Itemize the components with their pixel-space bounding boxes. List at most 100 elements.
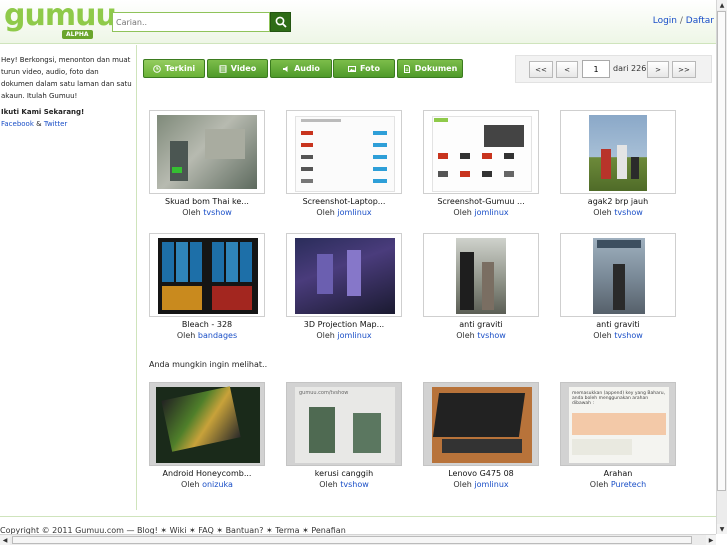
media-card[interactable]: 3D Projection Map... Oleh jomlinux bbox=[286, 233, 402, 340]
tab-label: Terkini bbox=[164, 64, 196, 73]
facebook-link[interactable]: Facebook bbox=[1, 120, 34, 128]
suggested-card[interactable]: Android Honeycomb... Oleh onizuka bbox=[149, 382, 265, 489]
thumbnail[interactable] bbox=[423, 233, 539, 317]
user-link[interactable]: jomlinux bbox=[337, 331, 371, 340]
document-icon bbox=[403, 64, 410, 73]
user-link[interactable]: tvshow bbox=[614, 208, 643, 217]
suggested-card[interactable]: Lenovo G475 08 Oleh jomlinux bbox=[423, 382, 539, 489]
by-label: Oleh bbox=[176, 331, 196, 340]
card-title[interactable]: Screenshot-Gumuu ... bbox=[423, 197, 539, 206]
user-link[interactable]: jomlinux bbox=[474, 208, 508, 217]
user-link[interactable]: tvshow bbox=[203, 208, 232, 217]
film-icon bbox=[219, 64, 227, 73]
user-link[interactable]: tvshow bbox=[614, 331, 643, 340]
thumbnail[interactable] bbox=[286, 233, 402, 317]
card-byline: Oleh jomlinux bbox=[286, 331, 402, 340]
card-title[interactable]: Lenovo G475 08 bbox=[423, 469, 539, 478]
suggested-card[interactable]: memasukkan (append) key yang Baharu, and… bbox=[560, 382, 676, 489]
tab-foto[interactable]: Foto bbox=[333, 59, 395, 78]
next-page-button[interactable]: > bbox=[647, 61, 669, 78]
intro-text: Hey! Berkongsi, menonton dan muat turun … bbox=[1, 56, 132, 100]
user-link[interactable]: bandages bbox=[198, 331, 237, 340]
user-link[interactable]: jomlinux bbox=[474, 480, 508, 489]
user-link[interactable]: onizuka bbox=[202, 480, 233, 489]
thumbnail[interactable] bbox=[286, 110, 402, 194]
by-label: Oleh bbox=[319, 480, 338, 489]
header: gumuu ALPHA Login / Daftar bbox=[0, 0, 716, 44]
card-title[interactable]: anti graviti bbox=[560, 320, 676, 329]
media-card[interactable]: agak2 brp jauh Oleh tvshow bbox=[560, 110, 676, 217]
thumbnail[interactable] bbox=[149, 382, 265, 466]
last-page-button[interactable]: >> bbox=[672, 61, 696, 78]
sidebar: Hey! Berkongsi, menonton dan muat turun … bbox=[0, 45, 137, 510]
card-title[interactable]: Android Honeycomb... bbox=[149, 469, 265, 478]
by-label: Oleh bbox=[593, 331, 612, 340]
scroll-up-arrow-icon[interactable]: ▲ bbox=[717, 0, 727, 10]
search-input[interactable] bbox=[112, 12, 270, 32]
logo[interactable]: gumuu ALPHA bbox=[4, 0, 117, 40]
tab-dokumen[interactable]: Dokumen bbox=[397, 59, 463, 78]
card-title[interactable]: agak2 brp jauh bbox=[560, 197, 676, 206]
thumbnail[interactable] bbox=[560, 110, 676, 194]
thumbnail-caption: gumuu.com/tvshow bbox=[299, 390, 349, 396]
card-byline: Oleh tvshow bbox=[560, 331, 676, 340]
card-byline: Oleh bandages bbox=[149, 331, 265, 340]
card-byline: Oleh onizuka bbox=[149, 480, 265, 489]
thumbnail[interactable] bbox=[423, 110, 539, 194]
media-card[interactable]: Skuad bom Thai ke... Oleh tvshow bbox=[149, 110, 265, 217]
twitter-link[interactable]: Twitter bbox=[44, 120, 67, 128]
first-page-button[interactable]: << bbox=[529, 61, 553, 78]
user-link[interactable]: Puretech bbox=[611, 480, 646, 489]
by-label: Oleh bbox=[316, 331, 335, 340]
thumbnail[interactable] bbox=[423, 382, 539, 466]
scroll-down-arrow-icon[interactable]: ▼ bbox=[717, 524, 727, 534]
card-title[interactable]: kerusi canggih bbox=[286, 469, 402, 478]
follow-heading: Ikuti Kami Sekarang! bbox=[1, 108, 85, 116]
search-icon bbox=[275, 16, 287, 28]
pagination: << < dari 226 > >> bbox=[515, 55, 712, 83]
thumbnail[interactable] bbox=[560, 233, 676, 317]
tab-audio[interactable]: Audio bbox=[270, 59, 332, 78]
horizontal-scroll-thumb[interactable] bbox=[12, 536, 692, 544]
login-link[interactable]: Login bbox=[653, 16, 677, 26]
card-title[interactable]: Arahan bbox=[560, 469, 676, 478]
suggested-card[interactable]: gumuu.com/tvshow kerusi canggih Oleh tvs… bbox=[286, 382, 402, 489]
logo-alpha-badge: ALPHA bbox=[62, 30, 93, 39]
horizontal-scrollbar[interactable]: ◀ ▶ bbox=[0, 534, 716, 545]
search-button[interactable] bbox=[270, 12, 291, 32]
tab-video[interactable]: Video bbox=[207, 59, 268, 78]
vertical-scrollbar[interactable]: ▲ ▼ bbox=[716, 0, 727, 534]
tab-terkini[interactable]: Terkini bbox=[143, 59, 205, 78]
by-label: Oleh bbox=[316, 208, 335, 217]
media-card[interactable]: anti graviti Oleh tvshow bbox=[560, 233, 676, 340]
by-label: Oleh bbox=[456, 331, 475, 340]
card-byline: Oleh jomlinux bbox=[286, 208, 402, 217]
by-label: Oleh bbox=[593, 208, 612, 217]
user-link[interactable]: jomlinux bbox=[337, 208, 371, 217]
page-total: dari 226 bbox=[613, 64, 647, 73]
register-link[interactable]: Daftar bbox=[686, 16, 714, 26]
card-title[interactable]: Skuad bom Thai ke... bbox=[149, 197, 265, 206]
media-card[interactable]: Screenshot-Gumuu ... Oleh jomlinux bbox=[423, 110, 539, 217]
media-card[interactable]: Bleach - 328 Oleh bandages bbox=[149, 233, 265, 340]
thumbnail[interactable]: gumuu.com/tvshow bbox=[286, 382, 402, 466]
user-link[interactable]: tvshow bbox=[340, 480, 369, 489]
tab-label: Dokumen bbox=[414, 64, 458, 73]
card-title[interactable]: 3D Projection Map... bbox=[286, 320, 402, 329]
scroll-left-arrow-icon[interactable]: ◀ bbox=[0, 535, 10, 545]
card-title[interactable]: Bleach - 328 bbox=[149, 320, 265, 329]
thumbnail[interactable] bbox=[149, 233, 265, 317]
page-number-input[interactable] bbox=[582, 60, 610, 78]
by-label: Oleh bbox=[453, 208, 472, 217]
user-link[interactable]: tvshow bbox=[477, 331, 506, 340]
media-card[interactable]: Screenshot-Laptop... Oleh jomlinux bbox=[286, 110, 402, 217]
card-title[interactable]: anti graviti bbox=[423, 320, 539, 329]
card-title[interactable]: Screenshot-Laptop... bbox=[286, 197, 402, 206]
media-card[interactable]: anti graviti Oleh tvshow bbox=[423, 233, 539, 340]
vertical-scroll-thumb[interactable] bbox=[717, 11, 726, 491]
thumbnail[interactable] bbox=[149, 110, 265, 194]
thumbnail[interactable]: memasukkan (append) key yang Baharu, and… bbox=[560, 382, 676, 466]
scroll-right-arrow-icon[interactable]: ▶ bbox=[706, 535, 716, 545]
card-byline: Oleh tvshow bbox=[423, 331, 539, 340]
prev-page-button[interactable]: < bbox=[556, 61, 578, 78]
